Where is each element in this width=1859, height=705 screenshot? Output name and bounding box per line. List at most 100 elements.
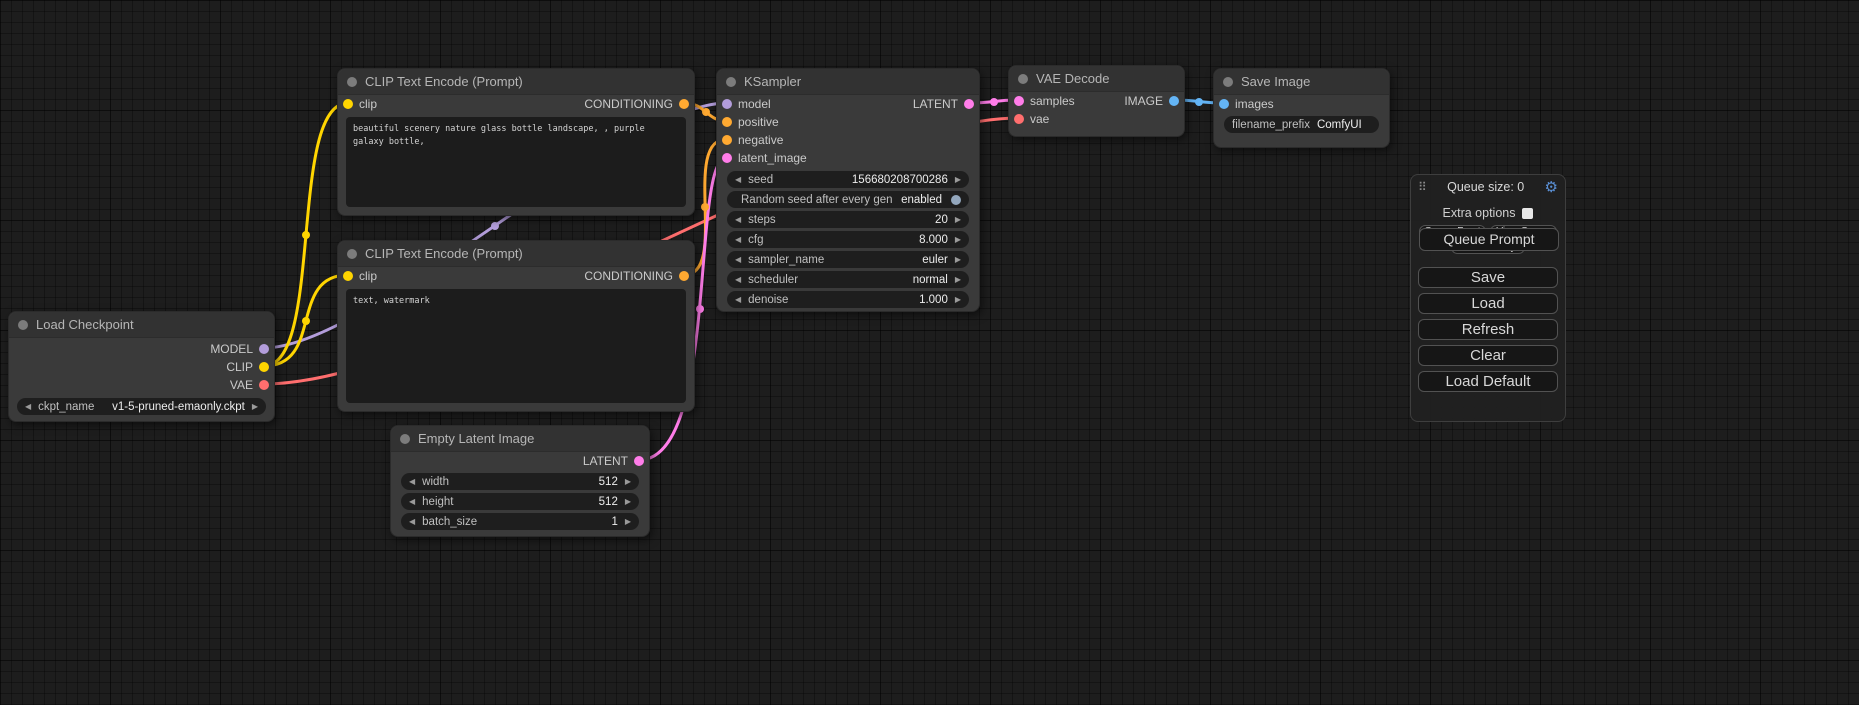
node-save-image[interactable]: Save Image images filename_prefix ComfyU… xyxy=(1213,68,1390,148)
queue-panel-header: ⠿ Queue size: 0 ⚙ xyxy=(1411,175,1565,199)
collapse-dot[interactable] xyxy=(400,434,410,444)
decrement-arrow-icon[interactable]: ◀ xyxy=(409,473,415,490)
save-button[interactable]: Save xyxy=(1418,267,1558,288)
prompt-textarea[interactable]: beautiful scenery nature glass bottle la… xyxy=(346,117,686,207)
widget-seed[interactable]: ◀ seed 156680208700286 ▶ xyxy=(727,171,969,188)
input-slot-clip[interactable] xyxy=(343,99,353,109)
widget-sampler-name[interactable]: ◀ sampler_name euler ▶ xyxy=(727,251,969,268)
widget-value: 20 xyxy=(935,214,948,226)
collapse-dot[interactable] xyxy=(1223,77,1233,87)
output-label-conditioning: CONDITIONING xyxy=(584,269,673,283)
node-title: CLIP Text Encode (Prompt) xyxy=(365,246,523,261)
clear-button[interactable]: Clear xyxy=(1418,345,1558,366)
collapse-dot[interactable] xyxy=(1018,74,1028,84)
decrement-arrow-icon[interactable]: ◀ xyxy=(735,171,741,188)
increment-arrow-icon[interactable]: ▶ xyxy=(625,513,631,530)
input-label-vae: vae xyxy=(1030,112,1049,126)
decrement-arrow-icon[interactable]: ◀ xyxy=(735,291,741,308)
output-slot-model[interactable] xyxy=(259,344,269,354)
increment-arrow-icon[interactable]: ▶ xyxy=(955,231,961,248)
input-slot-model[interactable] xyxy=(722,99,732,109)
settings-gear-icon[interactable]: ⚙ xyxy=(1545,180,1558,195)
increment-arrow-icon[interactable]: ▶ xyxy=(955,171,961,188)
input-label-images: images xyxy=(1235,97,1274,111)
node-title-bar[interactable]: Save Image xyxy=(1214,69,1389,95)
widget-height[interactable]: ◀ height 512 ▶ xyxy=(401,493,639,510)
node-title-bar[interactable]: CLIP Text Encode (Prompt) xyxy=(338,241,694,267)
input-label-samples: samples xyxy=(1030,94,1075,108)
increment-arrow-icon[interactable]: ▶ xyxy=(955,211,961,228)
load-button[interactable]: Load xyxy=(1418,293,1558,314)
input-label-positive: positive xyxy=(738,115,779,129)
collapse-dot[interactable] xyxy=(726,77,736,87)
slot-row: samples IMAGE xyxy=(1009,92,1184,110)
node-empty-latent-image[interactable]: Empty Latent Image LATENT ◀ width 512 ▶ … xyxy=(390,425,650,537)
decrement-arrow-icon[interactable]: ◀ xyxy=(735,211,741,228)
load-default-button[interactable]: Load Default xyxy=(1418,371,1558,392)
input-slot-images[interactable] xyxy=(1219,99,1229,109)
decrement-arrow-icon[interactable]: ◀ xyxy=(409,493,415,510)
next-value-arrow-icon[interactable]: ▶ xyxy=(955,251,961,268)
widget-ckpt-name[interactable]: ◀ ckpt_name v1-5-pruned-emaonly.ckpt ▶ xyxy=(17,398,266,415)
widget-width[interactable]: ◀ width 512 ▶ xyxy=(401,473,639,490)
widget-random-seed-toggle[interactable]: Random seed after every gen enabled xyxy=(727,191,969,208)
output-slot-conditioning[interactable] xyxy=(679,271,689,281)
output-slot-latent[interactable] xyxy=(964,99,974,109)
widget-cfg[interactable]: ◀ cfg 8.000 ▶ xyxy=(727,231,969,248)
input-slot-samples[interactable] xyxy=(1014,96,1024,106)
node-clip-text-encode-negative[interactable]: CLIP Text Encode (Prompt) clip CONDITION… xyxy=(337,240,695,412)
node-title-bar[interactable]: Empty Latent Image xyxy=(391,426,649,452)
widget-scheduler[interactable]: ◀ scheduler normal ▶ xyxy=(727,271,969,288)
prev-value-arrow-icon[interactable]: ◀ xyxy=(735,251,741,268)
widget-label: denoise xyxy=(748,294,788,306)
input-slot-positive[interactable] xyxy=(722,117,732,127)
output-slot-clip[interactable] xyxy=(259,362,269,372)
widget-batch-size[interactable]: ◀ batch_size 1 ▶ xyxy=(401,513,639,530)
node-title-bar[interactable]: VAE Decode xyxy=(1009,66,1184,92)
node-load-checkpoint[interactable]: Load Checkpoint MODEL CLIP VAE ◀ ckpt_na… xyxy=(8,311,275,422)
input-slot-latent-image[interactable] xyxy=(722,153,732,163)
collapse-dot[interactable] xyxy=(18,320,28,330)
node-vae-decode[interactable]: VAE Decode samples IMAGE vae xyxy=(1008,65,1185,137)
decrement-arrow-icon[interactable]: ◀ xyxy=(409,513,415,530)
widget-steps[interactable]: ◀ steps 20 ▶ xyxy=(727,211,969,228)
widget-value: v1-5-pruned-emaonly.ckpt xyxy=(112,401,245,413)
output-slot-latent[interactable] xyxy=(634,456,644,466)
increment-arrow-icon[interactable]: ▶ xyxy=(955,291,961,308)
node-title-bar[interactable]: CLIP Text Encode (Prompt) xyxy=(338,69,694,95)
next-value-arrow-icon[interactable]: ▶ xyxy=(252,398,258,415)
output-slot-image[interactable] xyxy=(1169,96,1179,106)
output-label-clip: CLIP xyxy=(226,360,253,374)
extra-options-checkbox[interactable] xyxy=(1522,208,1533,219)
widget-label: height xyxy=(422,496,453,508)
next-value-arrow-icon[interactable]: ▶ xyxy=(955,271,961,288)
increment-arrow-icon[interactable]: ▶ xyxy=(625,473,631,490)
input-slot-negative[interactable] xyxy=(722,135,732,145)
widget-denoise[interactable]: ◀ denoise 1.000 ▶ xyxy=(727,291,969,308)
decrement-arrow-icon[interactable]: ◀ xyxy=(735,231,741,248)
collapse-dot[interactable] xyxy=(347,77,357,87)
increment-arrow-icon[interactable]: ▶ xyxy=(625,493,631,510)
slot-row: VAE xyxy=(9,376,274,394)
prev-value-arrow-icon[interactable]: ◀ xyxy=(735,271,741,288)
node-title-bar[interactable]: KSampler xyxy=(717,69,979,95)
widget-filename-prefix[interactable]: filename_prefix ComfyUI xyxy=(1224,116,1379,133)
slot-row: negative xyxy=(717,131,979,149)
refresh-button[interactable]: Refresh xyxy=(1418,319,1558,340)
output-slot-vae[interactable] xyxy=(259,380,269,390)
widget-value: ComfyUI xyxy=(1317,119,1362,131)
prev-value-arrow-icon[interactable]: ◀ xyxy=(25,398,31,415)
node-ksampler[interactable]: KSampler model LATENT positive negative … xyxy=(716,68,980,312)
collapse-dot[interactable] xyxy=(347,249,357,259)
input-slot-clip[interactable] xyxy=(343,271,353,281)
node-title-bar[interactable]: Load Checkpoint xyxy=(9,312,274,338)
input-slot-vae[interactable] xyxy=(1014,114,1024,124)
prompt-textarea[interactable]: text, watermark xyxy=(346,289,686,403)
widget-value: 8.000 xyxy=(919,234,948,246)
output-slot-conditioning[interactable] xyxy=(679,99,689,109)
toggle-dot[interactable] xyxy=(951,195,961,205)
node-clip-text-encode-positive[interactable]: CLIP Text Encode (Prompt) clip CONDITION… xyxy=(337,68,695,216)
queue-prompt-button[interactable]: Queue Prompt xyxy=(1419,228,1559,251)
drag-handle-icon[interactable]: ⠿ xyxy=(1418,180,1427,194)
output-label-latent: LATENT xyxy=(913,97,958,111)
